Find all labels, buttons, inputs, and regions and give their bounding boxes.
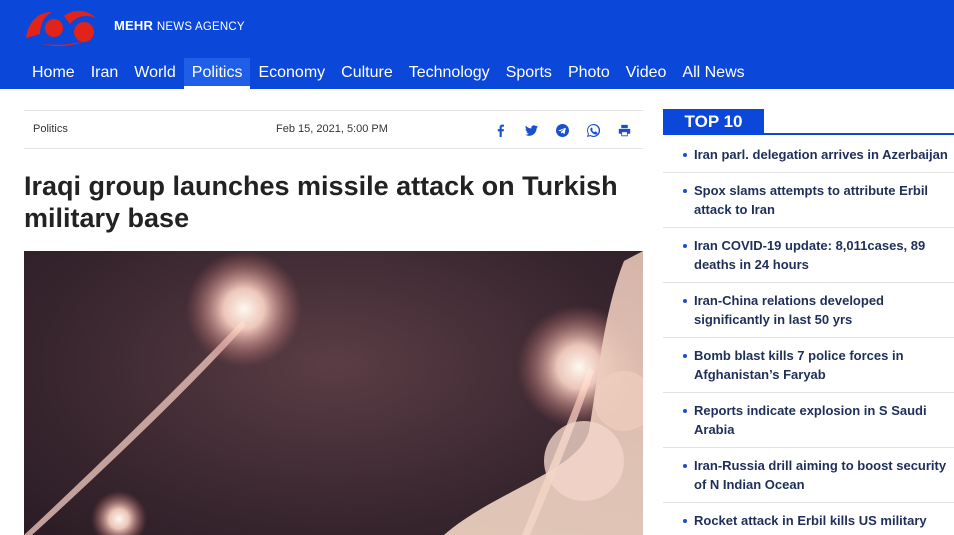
nav-politics[interactable]: Politics xyxy=(183,58,251,89)
article-title: Iraqi group launches missile attack on T… xyxy=(24,171,618,233)
top10-item[interactable]: Bomb blast kills 7 police forces in Afgh… xyxy=(663,338,954,393)
top10-item[interactable]: Rocket attack in Erbil kills US military xyxy=(663,503,954,535)
nav-sports[interactable]: Sports xyxy=(498,58,560,89)
nav-world[interactable]: World xyxy=(126,58,184,89)
nav-video[interactable]: Video xyxy=(618,58,675,89)
twitter-icon[interactable] xyxy=(521,120,542,140)
nav-technology[interactable]: Technology xyxy=(401,58,498,89)
nav-economy[interactable]: Economy xyxy=(250,58,333,89)
share-bar xyxy=(490,120,635,140)
top10-item[interactable]: Reports indicate explosion in S Saudi Ar… xyxy=(663,393,954,448)
nav-photo[interactable]: Photo xyxy=(560,58,618,89)
whatsapp-icon[interactable] xyxy=(583,120,604,140)
nav-home[interactable]: Home xyxy=(24,58,83,89)
missile-launch-image xyxy=(24,251,643,535)
top10-list: Iran parl. delegation arrives in Azerbai… xyxy=(663,137,954,535)
nav-all-news[interactable]: All News xyxy=(674,58,752,89)
facebook-icon[interactable] xyxy=(490,120,511,140)
nav-iran[interactable]: Iran xyxy=(83,58,127,89)
brand-name[interactable]: MEHR NEWS AGENCY xyxy=(114,18,245,33)
top10-item[interactable]: Iran-Russia drill aiming to boost securi… xyxy=(663,448,954,503)
top10-item[interactable]: Iran parl. delegation arrives in Azerbai… xyxy=(663,137,954,173)
main-nav: Home Iran World Politics Economy Culture… xyxy=(24,58,753,89)
mehr-logo[interactable] xyxy=(22,4,108,48)
brand-name-bold: MEHR xyxy=(114,18,154,33)
article-category[interactable]: Politics xyxy=(33,123,68,135)
brand-name-rest: NEWS AGENCY xyxy=(156,21,245,33)
top10-item[interactable]: Iran-China relations developed significa… xyxy=(663,283,954,338)
telegram-icon[interactable] xyxy=(552,120,573,140)
top10-label: TOP 10 xyxy=(663,109,764,135)
top10-header: TOP 10 xyxy=(663,109,954,135)
nav-culture[interactable]: Culture xyxy=(333,58,401,89)
print-icon[interactable] xyxy=(614,120,635,140)
article-date: Feb 15, 2021, 5:00 PM xyxy=(276,123,388,135)
article-photo[interactable] xyxy=(24,251,643,535)
top10-item[interactable]: Spox slams attempts to attribute Erbil a… xyxy=(663,173,954,228)
article-meta: Politics Feb 15, 2021, 5:00 PM xyxy=(24,110,643,149)
site-header: MEHR NEWS AGENCY Home Iran World Politic… xyxy=(0,0,954,89)
top10-item[interactable]: Iran COVID-19 update: 8,011cases, 89 dea… xyxy=(663,228,954,283)
